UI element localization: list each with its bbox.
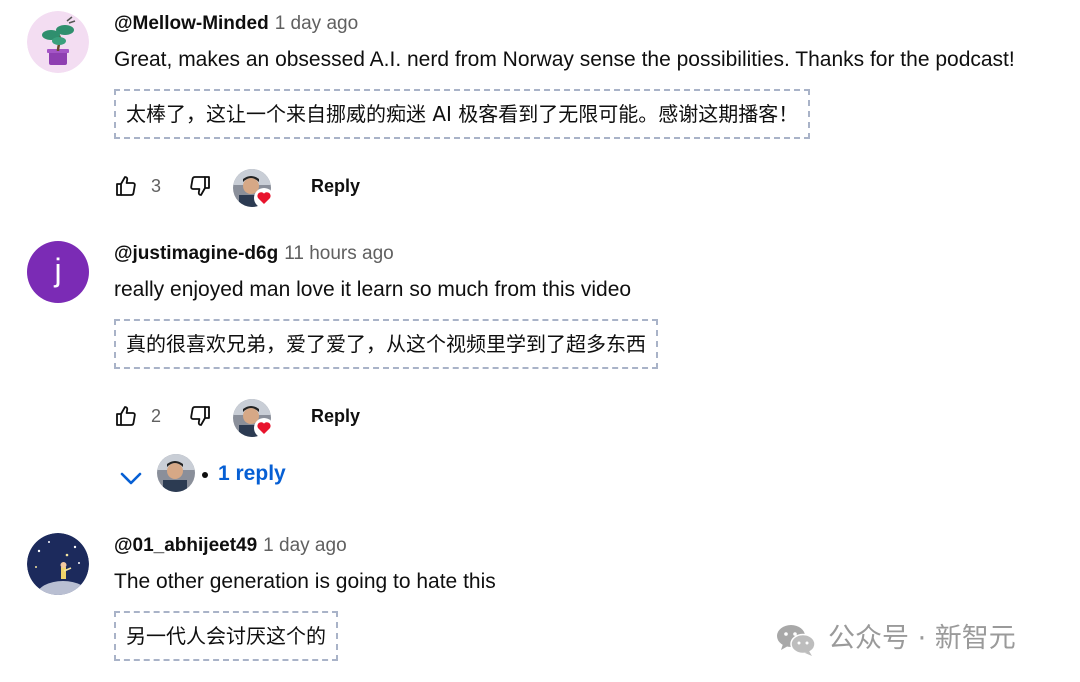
chevron-down-icon <box>120 472 142 485</box>
translation-box: 另一代人会讨厌这个的 <box>114 611 338 661</box>
commenter-avatar[interactable]: j <box>27 241 89 303</box>
replies-count-link[interactable]: 1 reply <box>218 462 286 486</box>
dislike-button[interactable] <box>188 174 212 203</box>
replier-avatar <box>157 454 195 492</box>
comment-time[interactable]: 1 day ago <box>263 535 346 556</box>
comment-header: @Mellow-Minded 1 day ago <box>114 13 358 35</box>
comment-time[interactable]: 11 hours ago <box>284 243 394 264</box>
heart-icon <box>254 188 274 208</box>
thumbs-down-icon <box>190 176 210 196</box>
comment-author[interactable]: @justimagine-d6g <box>114 243 278 264</box>
thumbs-up-icon <box>116 176 136 196</box>
little-prince-avatar-icon <box>27 533 89 595</box>
dislike-button[interactable] <box>188 404 212 433</box>
commenter-avatar[interactable] <box>27 11 89 73</box>
separator-dot <box>202 472 208 478</box>
view-replies[interactable]: 1 reply <box>114 454 314 497</box>
replier-avatar-icon <box>157 454 195 492</box>
thumbs-down-icon <box>190 406 210 426</box>
comment-header: @justimagine-d6g 11 hours ago <box>114 243 394 265</box>
comment-time[interactable]: 1 day ago <box>275 13 358 34</box>
commenter-avatar[interactable] <box>27 533 89 595</box>
like-count: 3 <box>151 176 162 196</box>
comment-text: really enjoyed man love it learn so much… <box>114 278 632 301</box>
watermark-text: 公众号 · 新智元 <box>828 623 1016 654</box>
like-button[interactable] <box>114 404 138 433</box>
bonsai-avatar-icon <box>27 11 89 73</box>
thumbs-up-icon <box>116 406 136 426</box>
comment-author[interactable]: @01_abhijeet49 <box>114 535 257 556</box>
translation-box: 真的很喜欢兄弟，爱了爱了，从这个视频里学到了超多东西 <box>114 319 658 369</box>
avatar-letter: j <box>54 252 62 288</box>
comment-text: The other generation is going to hate th… <box>114 570 496 593</box>
comment-author[interactable]: @Mellow-Minded <box>114 13 269 34</box>
reply-button[interactable]: Reply <box>311 406 360 427</box>
wechat-icon <box>777 625 816 656</box>
like-button[interactable] <box>114 174 138 203</box>
comment-header: @01_abhijeet49 1 day ago <box>114 535 347 557</box>
heart-icon <box>254 418 274 438</box>
comment-text: Great, makes an obsessed A.I. nerd from … <box>114 48 1015 71</box>
like-count: 2 <box>151 406 162 426</box>
translation-box: 太棒了，这让一个来自挪威的痴迷 AI 极客看到了无限可能。感谢这期播客！ <box>114 89 811 139</box>
reply-button[interactable]: Reply <box>311 176 360 197</box>
